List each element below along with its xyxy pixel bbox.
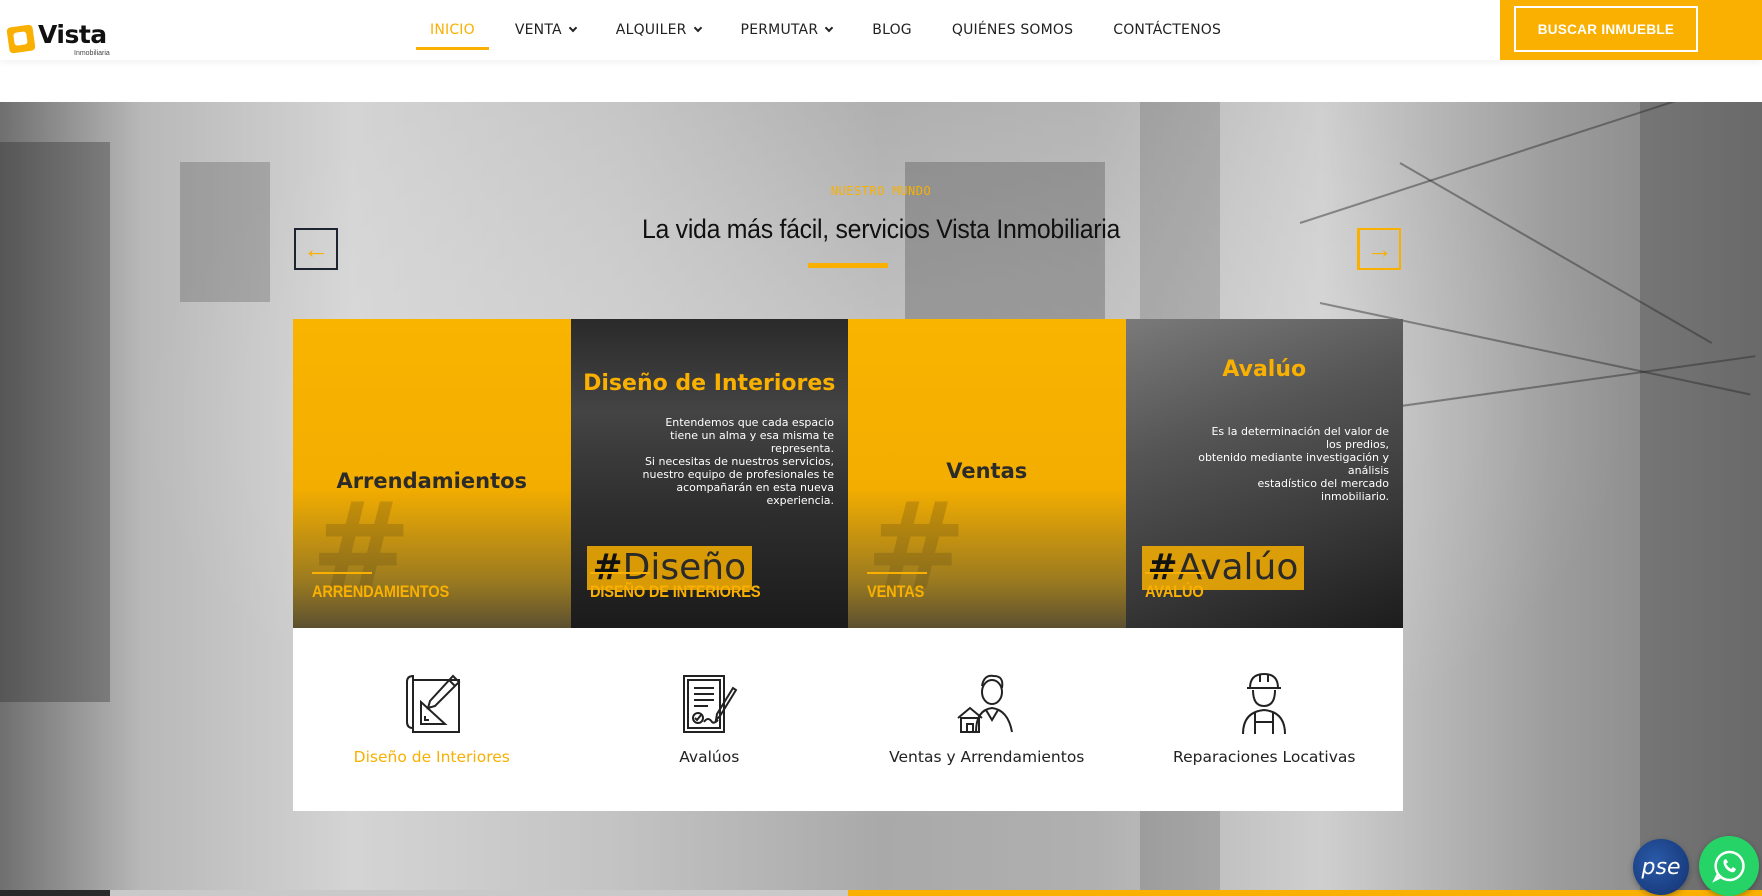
chevron-down-icon — [693, 23, 702, 33]
chevron-down-icon — [568, 23, 578, 33]
service-carousel: # Arrendamientos ARRENDAMIENTOS Diseño d… — [293, 319, 1403, 628]
card-divider — [312, 572, 372, 574]
card-label: DISEÑO DE INTERIORES — [589, 582, 761, 601]
agent-house-icon — [957, 674, 1013, 733]
service-diseno-interiores[interactable]: Diseño de Interiores — [293, 628, 571, 811]
logo-mark-icon — [6, 24, 36, 54]
card-label: AVALÚO — [1144, 582, 1204, 601]
service-label: Diseño de Interiores — [353, 748, 510, 766]
carousel-next-button[interactable]: → — [1357, 228, 1401, 270]
card-divider — [589, 572, 650, 574]
card-description: Entendemos que cada espacio tiene un alm… — [642, 416, 835, 507]
pse-payment-button[interactable]: pse — [1633, 839, 1689, 895]
search-panel: BUSCAR INMUEBLE — [1500, 0, 1762, 60]
card-title: Arrendamientos — [336, 469, 528, 493]
card-divider — [1144, 572, 1205, 574]
nav-item-venta[interactable]: VENTA — [495, 0, 596, 60]
site-header: Vista Inmobiliaria INICIO VENTA ALQUILER… — [0, 0, 1762, 60]
services-strip: Diseño de Interiores Avalúos Ventas y Ar… — [293, 628, 1403, 811]
card-avaluo[interactable]: Avalúo Es la determinación del valor de … — [1125, 319, 1403, 628]
nav-label: PERMUTAR — [740, 22, 819, 38]
nav-label: BLOG — [872, 22, 912, 38]
service-label: Reparaciones Locativas — [1173, 748, 1356, 766]
main-nav: INICIO VENTA ALQUILER PERMUTAR BLOG QUIÉ… — [410, 0, 1241, 60]
card-ventas[interactable]: # Ventas VENTAS — [848, 319, 1126, 628]
service-ventas-arrendamientos[interactable]: Ventas y Arrendamientos — [848, 628, 1126, 811]
card-label: ARRENDAMIENTOS — [312, 582, 450, 601]
whatsapp-button[interactable] — [1699, 836, 1759, 896]
whatsapp-icon — [1712, 850, 1745, 883]
card-label: VENTAS — [867, 582, 925, 601]
worker-helmet-icon — [1242, 672, 1287, 735]
logo-text: Vista — [38, 20, 107, 49]
service-avaluos[interactable]: Avalúos — [571, 628, 849, 811]
service-label: Ventas y Arrendamientos — [889, 748, 1085, 766]
card-title: Ventas — [946, 459, 1028, 483]
carousel-prev-button[interactable]: ← — [294, 228, 338, 270]
nav-label: INICIO — [430, 22, 475, 38]
site-logo[interactable]: Vista Inmobiliaria — [6, 14, 118, 58]
section-kicker: NUESTRO MUNDO — [830, 184, 932, 198]
card-diseno-interiores[interactable]: Diseño de Interiores Entendemos que cada… — [570, 319, 848, 628]
logo-subtext: Inmobiliaria — [74, 50, 110, 57]
nav-label: VENTA — [514, 22, 562, 38]
search-property-button[interactable]: BUSCAR INMUEBLE — [1514, 6, 1698, 52]
nav-label: QUIÉNES SOMOS — [951, 22, 1074, 38]
card-description: Es la determinación del valor de los pre… — [1198, 425, 1389, 503]
arrow-right-icon: → — [1366, 233, 1393, 264]
pse-label: pse — [1641, 854, 1681, 880]
progress-segment — [0, 890, 110, 896]
nav-item-inicio[interactable]: INICIO — [410, 0, 495, 60]
nav-item-permutar[interactable]: PERMUTAR — [721, 0, 853, 60]
nav-item-contactenos[interactable]: CONTÁCTENOS — [1093, 0, 1241, 60]
service-label: Avalúos — [679, 748, 740, 766]
contract-signature-icon — [683, 675, 738, 733]
card-arrendamientos[interactable]: # Arrendamientos ARRENDAMIENTOS — [293, 319, 571, 628]
service-reparaciones-locativas[interactable]: Reparaciones Locativas — [1126, 628, 1404, 811]
card-divider — [867, 572, 927, 574]
progress-segment — [110, 890, 848, 896]
slider-progress — [0, 890, 1762, 896]
progress-segment — [848, 890, 1762, 896]
card-title: Diseño de Interiores — [583, 371, 836, 396]
card-title: Avalúo — [1222, 357, 1307, 382]
nav-label: CONTÁCTENOS — [1113, 22, 1222, 38]
nav-item-blog[interactable]: BLOG — [852, 0, 932, 60]
nav-item-quienes-somos[interactable]: QUIÉNES SOMOS — [932, 0, 1093, 60]
nav-item-alquiler[interactable]: ALQUILER — [596, 0, 721, 60]
chevron-down-icon — [825, 23, 834, 33]
nav-label: ALQUILER — [615, 22, 687, 38]
headline-underline — [808, 263, 888, 268]
blueprint-icon — [405, 674, 461, 733]
arrow-left-icon: ← — [303, 233, 329, 264]
